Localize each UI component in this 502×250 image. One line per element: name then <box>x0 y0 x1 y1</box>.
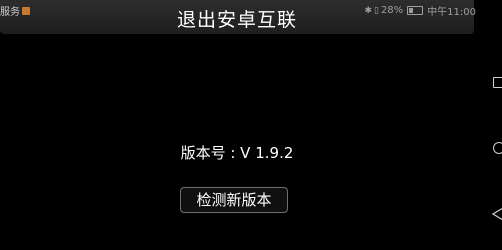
status-time: 中午11:00 <box>427 7 476 18</box>
sim-icon: ▯ <box>373 5 379 16</box>
bluetooth-icon: ✱ <box>364 5 372 16</box>
version-label: 版本号 : V 1.9.2 <box>180 144 294 162</box>
home-icon[interactable] <box>493 142 502 154</box>
status-bar: 服务 ✱ ▯ 28% 中午11:00 <box>0 0 502 18</box>
battery-percent: 28% <box>380 5 404 16</box>
check-update-button[interactable]: 检测新版本 <box>180 187 288 213</box>
status-left-text: 服务 <box>0 7 20 18</box>
status-left: 服务 <box>0 3 30 18</box>
status-right: ✱ ▯ 28% 中午11:00 <box>364 3 476 18</box>
notification-icon <box>22 6 30 15</box>
back-icon[interactable] <box>492 207 502 221</box>
recent-apps-icon[interactable] <box>493 77 502 88</box>
battery-icon <box>407 6 424 15</box>
